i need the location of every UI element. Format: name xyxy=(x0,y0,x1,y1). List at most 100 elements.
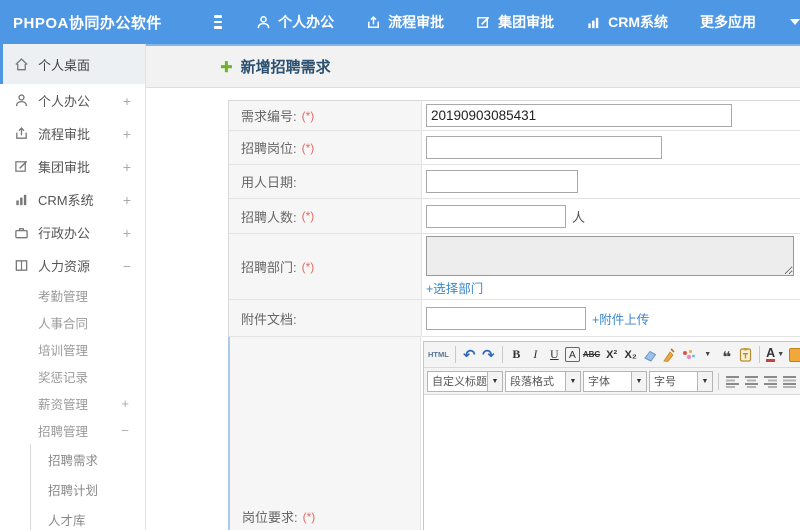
sidebar-item-crm-system[interactable]: CRM系统 + xyxy=(0,183,145,216)
collapse-toggle[interactable]: − xyxy=(121,423,129,438)
expand-toggle[interactable]: + xyxy=(123,159,131,175)
person-icon xyxy=(13,93,29,109)
underline-button[interactable]: U xyxy=(546,345,563,365)
plus-icon: ✚ xyxy=(220,58,233,76)
select-department-link[interactable]: +选择部门 xyxy=(426,278,800,297)
sidebar-subsubitem-recruit-plan[interactable]: 招聘计划 xyxy=(31,474,145,504)
editor-toolbar-row1: HTML ↶ ↷ B I U A ABC X² X₂ ▼ ❝ A ▼ xyxy=(424,342,800,368)
person-icon xyxy=(256,15,271,30)
sidebar-subitem-hr-contract[interactable]: 人事合同 xyxy=(0,309,145,336)
sidebar-subitem-salary[interactable]: 薪资管理 + xyxy=(0,390,145,417)
expand-toggle[interactable]: + xyxy=(123,225,131,241)
blockquote-button[interactable]: ❝ xyxy=(718,345,735,365)
align-right-icon[interactable] xyxy=(762,371,779,391)
sidebar-item-admin-office[interactable]: 行政办公 + xyxy=(0,216,145,249)
bold-button[interactable]: B xyxy=(508,345,525,365)
eraser-icon[interactable] xyxy=(641,345,659,365)
nav-more-apps[interactable]: 更多应用 xyxy=(700,12,756,32)
chevron-down-icon[interactable] xyxy=(790,19,800,25)
headcount-unit: 人 xyxy=(572,209,586,225)
sidebar-subitem-attendance[interactable]: 考勤管理 xyxy=(0,282,145,309)
expand-toggle[interactable]: + xyxy=(121,396,129,411)
rich-text-editor: HTML ↶ ↷ B I U A ABC X² X₂ ▼ ❝ A ▼ 自定义标题… xyxy=(423,341,800,530)
expand-toggle[interactable]: + xyxy=(123,126,131,142)
font-size-select[interactable]: 字号 ▼ xyxy=(649,370,713,392)
required-marker: (*) xyxy=(301,259,315,274)
sidebar-item-personal-office[interactable]: 个人办公 + xyxy=(0,84,145,117)
field-label: 需求编号: (*) xyxy=(229,101,422,130)
sidebar-item-group-approval[interactable]: 集团审批 + xyxy=(0,150,145,183)
chevron-down-icon: ▼ xyxy=(697,371,712,391)
sidebar: 个人桌面 个人办公 + 流程审批 + 集团审批 + CRM系统 + 行政办公 + xyxy=(0,44,146,530)
field-label: 招聘人数: (*) xyxy=(229,199,422,233)
app-logo: PHPOA协同办公软件 xyxy=(13,14,162,32)
sidebar-subitem-recruitment[interactable]: 招聘管理 − xyxy=(0,417,145,444)
department-textarea[interactable] xyxy=(426,236,794,276)
sidebar-subsubitem-talent-pool[interactable]: 人才库 xyxy=(31,504,145,530)
heading-select[interactable]: 自定义标题 ▼ xyxy=(427,370,503,392)
align-justify-icon[interactable] xyxy=(781,371,798,391)
book-icon xyxy=(13,258,29,274)
expand-toggle[interactable]: + xyxy=(123,93,131,109)
font-family-select[interactable]: 字体 ▼ xyxy=(583,370,647,392)
field-label: 岗位要求: (*) xyxy=(230,337,421,530)
undo-button[interactable]: ↶ xyxy=(461,345,478,365)
form-row-attachment: 附件文档: +附件上传 xyxy=(229,300,800,337)
field-label: 用人日期: xyxy=(229,165,422,198)
toolbar-separator xyxy=(718,372,719,390)
highlight-color-icon[interactable] xyxy=(787,345,800,365)
field-label: 附件文档: xyxy=(229,300,422,336)
color-splatter-icon[interactable] xyxy=(680,345,697,365)
editor-toolbar-row2: 自定义标题 ▼ 段落格式 ▼ 字体 ▼ 字号 ▼ xyxy=(424,368,800,395)
nav-process-approval[interactable]: 流程审批 xyxy=(366,12,444,32)
align-left-icon[interactable] xyxy=(724,371,741,391)
nav-group-approval[interactable]: 集团审批 xyxy=(476,12,554,32)
sidebar-item-personal-desktop[interactable]: 个人桌面 xyxy=(0,44,145,84)
paragraph-format-select[interactable]: 段落格式 ▼ xyxy=(505,370,581,392)
superscript-button[interactable]: X² xyxy=(603,345,620,365)
subscript-button[interactable]: X₂ xyxy=(622,345,639,365)
nav-crm-system[interactable]: CRM系统 xyxy=(586,12,668,32)
collapse-toggle[interactable]: − xyxy=(123,258,131,274)
expand-toggle[interactable]: + xyxy=(123,192,131,208)
sidebar-item-human-resources[interactable]: 人力资源 − xyxy=(0,249,145,282)
bar-chart-icon xyxy=(586,15,601,30)
top-header: PHPOA协同办公软件 个人办公 流程审批 集团审批 CRM系统 更多应用 xyxy=(0,0,800,44)
main-content: ✚ 新增招聘需求 需求编号: (*) 招聘岗位: (*) xyxy=(146,44,800,530)
chevron-down-icon[interactable]: ▼ xyxy=(699,345,716,365)
html-source-button[interactable]: HTML xyxy=(427,345,450,365)
edit-square-icon xyxy=(476,15,491,30)
field-label: 招聘部门: (*) xyxy=(229,234,422,299)
attachment-input[interactable] xyxy=(426,306,586,330)
sidebar-subsubitem-recruit-demand[interactable]: 招聘需求 xyxy=(31,444,145,474)
toolbar-separator xyxy=(759,346,761,363)
hire-date-input[interactable] xyxy=(426,170,578,193)
redo-button[interactable]: ↷ xyxy=(480,345,497,365)
page-title: 新增招聘需求 xyxy=(240,59,331,76)
form-row-hire-date: 用人日期: xyxy=(229,165,800,199)
bar-chart-icon xyxy=(13,192,29,208)
font-style-button[interactable]: A xyxy=(564,347,580,362)
paste-icon[interactable] xyxy=(737,345,754,365)
position-input[interactable] xyxy=(426,136,662,159)
align-center-icon[interactable] xyxy=(743,371,760,391)
sidebar-subitem-training[interactable]: 培训管理 xyxy=(0,336,145,363)
strikethrough-button[interactable]: ABC xyxy=(582,345,601,365)
nav-personal-office[interactable]: 个人办公 xyxy=(256,12,334,32)
attachment-upload-link[interactable]: +附件上传 xyxy=(592,309,649,328)
process-approval-icon xyxy=(13,126,29,142)
editor-content-area[interactable] xyxy=(424,395,800,530)
form-row-request-number: 需求编号: (*) xyxy=(229,101,800,131)
sidebar-item-process-approval[interactable]: 流程审批 + xyxy=(0,117,145,150)
form-row-headcount: 招聘人数: (*) 人 xyxy=(229,199,800,234)
sidebar-subitem-rewards[interactable]: 奖惩记录 xyxy=(0,363,145,390)
field-label: 招聘岗位: (*) xyxy=(229,131,422,164)
broom-icon[interactable] xyxy=(661,345,678,365)
chevron-down-icon: ▼ xyxy=(631,371,646,391)
font-color-button[interactable]: A ▼ xyxy=(765,345,785,365)
headcount-input[interactable] xyxy=(426,204,566,228)
form-row-position: 招聘岗位: (*) xyxy=(229,131,800,165)
italic-button[interactable]: I xyxy=(527,345,544,365)
request-number-input[interactable] xyxy=(426,104,732,127)
hamburger-menu-icon[interactable] xyxy=(213,15,223,29)
